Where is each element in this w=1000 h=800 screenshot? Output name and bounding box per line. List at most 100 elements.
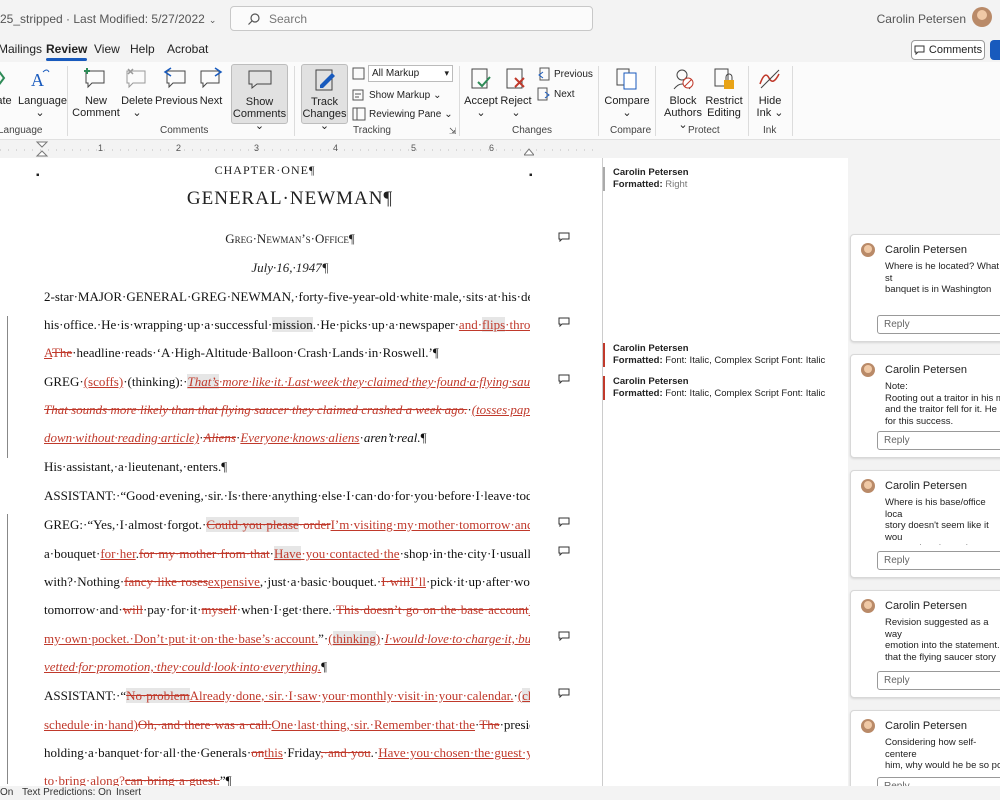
doc-paragraph-line: down·without·reading·article)·Aliens·Eve…: [44, 430, 427, 445]
block-authors-button[interactable]: Block Authors ⌄: [660, 66, 706, 131]
compare-icon: [616, 68, 637, 90]
reply-input[interactable]: Reply: [877, 431, 1000, 450]
avatar: [861, 479, 875, 493]
comment-card[interactable]: Carolin Petersen Note: Rooting out a tra…: [850, 354, 1000, 458]
format-balloon[interactable]: Carolin Petersen Formatted: Font: Italic…: [603, 343, 825, 367]
comment-anchor-icon[interactable]: [558, 374, 570, 384]
comment-anchor-icon[interactable]: [558, 631, 570, 641]
comments-pane: Carolin Petersen Where is he located? Wh…: [848, 158, 1000, 800]
doc-paragraph-line: GREG:·“Yes,·I·almost·forgot.·Could·you·p…: [44, 517, 530, 532]
translate-button[interactable]: ate: [0, 66, 14, 107]
comment-anchor-icon[interactable]: [558, 546, 570, 556]
show-comments-button[interactable]: Show Comments ⌄: [231, 64, 288, 132]
next-comment-icon: [200, 67, 223, 89]
accept-icon: [471, 68, 491, 89]
status-insert-mode[interactable]: Insert: [116, 787, 141, 798]
comment-anchor-icon[interactable]: [558, 517, 570, 527]
ribbon: ate A Language⌄ Language NewComment Dele…: [0, 62, 1000, 140]
hide-ink-button[interactable]: Hide Ink ⌄: [753, 66, 787, 119]
tab-view[interactable]: View: [94, 42, 120, 56]
scene-date: July·16,·1947¶: [251, 260, 329, 275]
show-markup-icon: [352, 89, 364, 101]
status-text-predictions[interactable]: Text Predictions: On: [22, 787, 111, 798]
reviewing-pane-button[interactable]: Reviewing Pane ⌄: [352, 107, 453, 121]
status-bar: On Text Predictions: On Insert: [0, 786, 1000, 800]
group-tracking: Tracking: [353, 125, 391, 136]
previous-change-button[interactable]: Previous: [537, 67, 593, 81]
comment-author: Carolin Petersen: [885, 480, 967, 492]
comment-anchor-icon[interactable]: [558, 232, 570, 242]
tab-help[interactable]: Help: [130, 42, 155, 56]
doc-paragraph-line: my·own·pocket.·Don’t·put·it·on·the·base’…: [44, 631, 530, 646]
doc-paragraph-line: His·assistant,·a·lieutenant,·enters.¶: [44, 459, 228, 474]
document-page[interactable]: ▪ ▪ CHAPTER·ONE¶ GENERAL·NEWMAN¶ Greg·Ne…: [0, 158, 602, 786]
svg-text:A: A: [31, 70, 44, 90]
comment-anchor-icon[interactable]: [558, 317, 570, 327]
avatar[interactable]: [972, 7, 992, 27]
search-box[interactable]: Search: [230, 6, 593, 31]
markup-dropdown[interactable]: All Markup: [368, 65, 453, 82]
comment-author: Carolin Petersen: [885, 244, 967, 256]
reply-input[interactable]: Reply: [877, 551, 1000, 570]
accept-button[interactable]: Accept ⌄: [463, 66, 499, 119]
next-change-button[interactable]: Next: [537, 87, 575, 101]
restrict-editing-button[interactable]: Restrict Editing: [705, 66, 743, 119]
comments-button[interactable]: Comments: [911, 40, 985, 60]
tracking-dialog-launcher-icon[interactable]: ⇲: [449, 126, 457, 137]
doc-paragraph-line: ASSISTANT:·“Good·evening,·sir.·Is·there·…: [44, 488, 530, 503]
avatar: [861, 719, 875, 733]
status-page[interactable]: On: [0, 787, 13, 798]
comment-anchor-icon[interactable]: [558, 688, 570, 698]
tab-review[interactable]: Review: [46, 42, 88, 61]
comment-card[interactable]: Carolin Petersen Where is his base/offic…: [850, 470, 1000, 578]
translate-icon: [0, 71, 6, 85]
chapter-heading: CHAPTER·ONE¶: [214, 163, 316, 177]
share-button[interactable]: [990, 40, 1000, 60]
compare-button[interactable]: Compare ⌄: [604, 66, 650, 119]
horizontal-ruler[interactable]: 1 2 3 4 5 6: [0, 140, 600, 158]
doc-paragraph-line: with?·Nothing·fancy·like·rosesexpensive,…: [44, 574, 530, 589]
document-title-heading: GENERAL·NEWMAN¶: [186, 188, 394, 209]
show-markup-button[interactable]: Show Markup ⌄: [352, 88, 442, 102]
group-ink: Ink: [763, 125, 777, 136]
block-authors-icon: [673, 69, 694, 90]
comment-text: Where is his base/office loca story does…: [885, 497, 989, 545]
comment-text: Considering how self-centere him, why wo…: [885, 737, 1000, 773]
comment-author: Carolin Petersen: [885, 600, 967, 612]
reject-icon: [506, 68, 525, 89]
doc-paragraph-line: holding·a·banquet·for·all·the·Generals·o…: [44, 745, 530, 760]
user-name: Carolin Petersen: [876, 12, 966, 26]
group-comments: Comments: [160, 125, 209, 136]
document-title[interactable]: 25_stripped · Last Modified: 5/27/2022 ⌄: [0, 12, 216, 26]
reviewing-pane-icon: [352, 107, 366, 121]
comment-card[interactable]: Carolin Petersen Revision suggested as a…: [850, 590, 1000, 698]
delete-comment-button[interactable]: Delete ⌄: [120, 66, 154, 119]
track-changes-button[interactable]: Track Changes ⌄: [301, 64, 348, 132]
doc-paragraph-line: to·bring·along?can·bring·a·guest.”¶: [44, 773, 232, 786]
next-comment-button[interactable]: Next: [196, 66, 226, 107]
menu-bar: Mailings Review View Help Acrobat Commen…: [0, 38, 1000, 62]
tab-acrobat[interactable]: Acrobat: [167, 42, 208, 56]
format-balloon[interactable]: Carolin Petersen Formatted: Right: [603, 167, 689, 191]
lock-icon: [714, 68, 734, 89]
previous-comment-button[interactable]: Previous: [155, 66, 198, 107]
new-comment-button[interactable]: New Comment: [72, 66, 120, 119]
tab-mailings[interactable]: Mailings: [0, 42, 42, 56]
group-compare: Compare: [610, 125, 652, 136]
comment-card[interactable]: Carolin Petersen Where is he located? Wh…: [850, 234, 1000, 342]
comment-author: Carolin Petersen: [885, 364, 967, 376]
right-indent-marker[interactable]: [524, 142, 534, 156]
doc-paragraph-line: 2-star·MAJOR·GENERAL·GREG·NEWMAN,·forty-…: [44, 289, 530, 304]
search-icon: [248, 13, 260, 25]
avatar: [861, 243, 875, 257]
reject-button[interactable]: Reject ⌄: [500, 66, 532, 119]
format-balloon[interactable]: Carolin Petersen Formatted: Font: Italic…: [603, 376, 825, 400]
chevron-down-icon: ⌄: [208, 15, 217, 25]
language-button[interactable]: A Language ⌄: [18, 66, 67, 119]
reply-input[interactable]: Reply: [877, 315, 1000, 334]
reply-input[interactable]: Reply: [877, 671, 1000, 690]
track-changes-icon: [315, 69, 335, 91]
new-comment-icon: [84, 68, 105, 89]
show-comments-icon: [248, 70, 271, 90]
title-bar: 25_stripped · Last Modified: 5/27/2022 ⌄ …: [0, 0, 1000, 38]
